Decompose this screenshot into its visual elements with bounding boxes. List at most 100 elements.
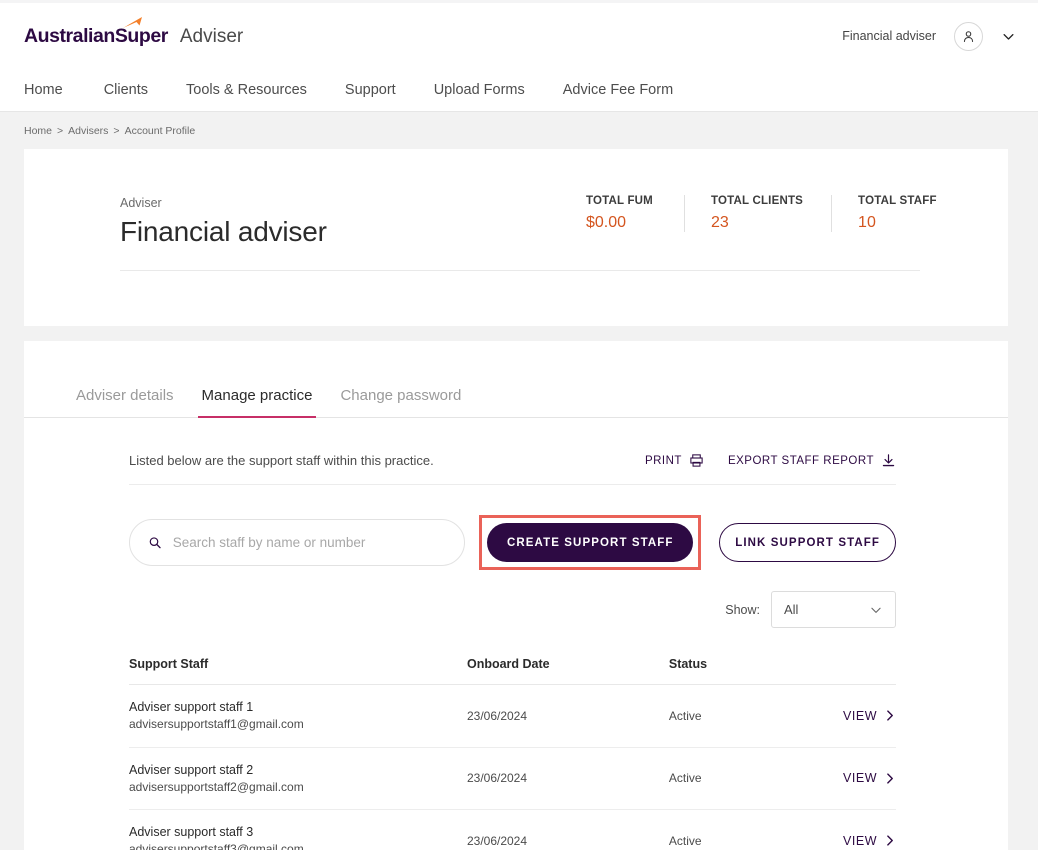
breadcrumb-item-advisers[interactable]: Advisers xyxy=(68,125,108,137)
chevron-right-icon xyxy=(887,835,893,846)
cell-status: Active xyxy=(668,684,844,748)
show-filter-label: Show: xyxy=(725,602,760,617)
nav-item-advice-fee-form[interactable]: Advice Fee Form xyxy=(544,82,692,98)
column-header-support-staff: Support Staff xyxy=(129,657,467,685)
search-staff-box[interactable] xyxy=(129,519,466,566)
cell-status: Active xyxy=(668,809,844,850)
divider xyxy=(120,270,920,271)
nav-item-home[interactable]: Home xyxy=(24,82,85,98)
header-user-name: Financial adviser xyxy=(842,29,936,43)
table-row[interactable]: Adviser support staff 3 advisersupportst… xyxy=(129,809,896,850)
show-filter-select[interactable]: All xyxy=(771,591,896,628)
export-staff-report-button[interactable]: EXPORT STAFF REPORT xyxy=(728,453,896,468)
view-button[interactable]: VIEW xyxy=(843,771,896,785)
breadcrumb-separator: > xyxy=(113,125,120,137)
breadcrumb-item-home[interactable]: Home xyxy=(24,125,52,137)
export-label: EXPORT STAFF REPORT xyxy=(727,454,874,467)
chevron-right-icon xyxy=(887,710,893,721)
search-icon xyxy=(149,537,161,549)
tab-bar: Adviser details Manage practice Change p… xyxy=(24,341,1008,418)
breadcrumb-item-account-profile[interactable]: Account Profile xyxy=(125,125,196,137)
practice-intro-row: Listed below are the support staff withi… xyxy=(129,418,896,485)
chevron-right-icon xyxy=(887,773,893,784)
staff-email: advisersupportstaff3@gmail.com xyxy=(129,842,304,850)
support-staff-table: Support Staff Onboard Date Status Advise… xyxy=(129,657,896,850)
cell-actions: VIEW xyxy=(843,809,896,850)
stat-label: TOTAL FUM xyxy=(586,195,653,207)
breadcrumb: Home > Advisers > Account Profile xyxy=(0,112,1038,149)
adviser-stats: TOTAL FUM $0.00 TOTAL CLIENTS 23 TOTAL S… xyxy=(586,195,965,232)
cell-actions: VIEW xyxy=(843,684,896,748)
nav-item-upload-forms[interactable]: Upload Forms xyxy=(415,82,544,98)
show-filter-row: Show: All xyxy=(129,570,896,628)
view-label: VIEW xyxy=(843,708,877,723)
stat-value: 23 xyxy=(711,214,729,231)
top-header: AustralianSuper Adviser Financial advise… xyxy=(0,0,1038,69)
nav-item-tools-resources[interactable]: Tools & Resources xyxy=(167,82,326,98)
person-icon xyxy=(963,30,974,42)
stat-label: TOTAL STAFF xyxy=(858,195,937,207)
card-spacer xyxy=(0,326,1038,341)
print-button[interactable]: PRINT xyxy=(645,453,704,468)
tab-adviser-details[interactable]: Adviser details xyxy=(72,387,188,417)
cell-status: Active xyxy=(668,747,844,811)
download-icon xyxy=(882,454,895,467)
staff-name: Adviser support staff 3 xyxy=(129,825,254,840)
staff-name: Adviser support staff 2 xyxy=(129,762,254,777)
create-support-staff-button[interactable]: CREATE SUPPORT STAFF xyxy=(487,523,694,562)
brand-subtitle: Adviser xyxy=(179,25,244,47)
tab-change-password[interactable]: Change password xyxy=(326,387,475,417)
show-filter-value: All xyxy=(784,602,799,617)
staff-email: advisersupportstaff2@gmail.com xyxy=(129,779,304,794)
view-button[interactable]: VIEW xyxy=(843,709,896,723)
breadcrumb-separator: > xyxy=(57,125,64,137)
logo-wordmark: AustralianSuper xyxy=(24,24,168,47)
view-label: VIEW xyxy=(843,771,877,786)
main-navigation: Home Clients Tools & Resources Support U… xyxy=(0,69,1038,112)
table-row[interactable]: Adviser support staff 2 advisersupportst… xyxy=(129,747,896,811)
staff-name: Adviser support staff 1 xyxy=(129,700,254,714)
stat-value: $0.00 xyxy=(586,214,627,231)
practice-actions: PRINT EXPORT STAFF REPORT xyxy=(645,453,896,468)
create-support-staff-wrapper: CREATE SUPPORT STAFF xyxy=(479,515,702,570)
search-input[interactable] xyxy=(172,535,447,550)
practice-body: Listed below are the support staff withi… xyxy=(24,418,1008,850)
cell-onboard-date: 23/06/2024 xyxy=(466,747,669,811)
practice-intro-text: Listed below are the support staff withi… xyxy=(129,453,434,468)
staff-controls-row: CREATE SUPPORT STAFF LINK SUPPORT STAFF xyxy=(129,485,896,570)
tab-manage-practice[interactable]: Manage practice xyxy=(188,387,327,418)
cell-actions: VIEW xyxy=(843,747,896,811)
stat-value: 10 xyxy=(858,214,876,231)
view-label: VIEW xyxy=(843,833,877,848)
column-header-status: Status xyxy=(668,657,844,685)
column-header-onboard-date: Onboard Date xyxy=(466,657,669,685)
link-support-staff-button[interactable]: LINK SUPPORT STAFF xyxy=(719,523,896,562)
cell-onboard-date: 23/06/2024 xyxy=(466,809,669,850)
nav-item-clients[interactable]: Clients xyxy=(85,82,167,98)
print-label: PRINT xyxy=(644,454,682,467)
table-row[interactable]: Adviser support staff 1 advisersupportst… xyxy=(129,684,896,748)
chevron-down-icon xyxy=(871,607,881,613)
chevron-down-icon[interactable] xyxy=(1001,29,1016,44)
brand-logo[interactable]: AustralianSuper Adviser xyxy=(24,16,244,48)
column-header-actions xyxy=(843,657,896,685)
avatar[interactable] xyxy=(954,21,983,51)
manage-practice-card: Adviser details Manage practice Change p… xyxy=(24,341,1008,850)
header-user-area: Financial adviser xyxy=(842,21,1016,51)
printer-icon xyxy=(690,454,703,467)
nav-item-support[interactable]: Support xyxy=(326,82,415,98)
logo-arrow-icon xyxy=(123,16,142,28)
table-body: Adviser support staff 1 advisersupportst… xyxy=(129,684,896,850)
stat-total-staff: TOTAL STAFF 10 xyxy=(831,195,965,232)
staff-email: advisersupportstaff1@gmail.com xyxy=(129,717,304,732)
stat-total-fum: TOTAL FUM $0.00 xyxy=(586,195,684,232)
stat-label: TOTAL CLIENTS xyxy=(711,195,804,207)
stat-total-clients: TOTAL CLIENTS 23 xyxy=(684,195,831,232)
adviser-summary-card: Adviser Financial adviser TOTAL FUM $0.0… xyxy=(24,149,1008,326)
view-button[interactable]: VIEW xyxy=(843,834,896,848)
cell-onboard-date: 23/06/2024 xyxy=(466,684,669,748)
table-header-row: Support Staff Onboard Date Status xyxy=(129,657,896,685)
cell-support-staff: Adviser support staff 1 advisersupportst… xyxy=(129,684,467,748)
cell-support-staff: Adviser support staff 3 advisersupportst… xyxy=(129,809,467,850)
table-head: Support Staff Onboard Date Status xyxy=(129,657,896,685)
